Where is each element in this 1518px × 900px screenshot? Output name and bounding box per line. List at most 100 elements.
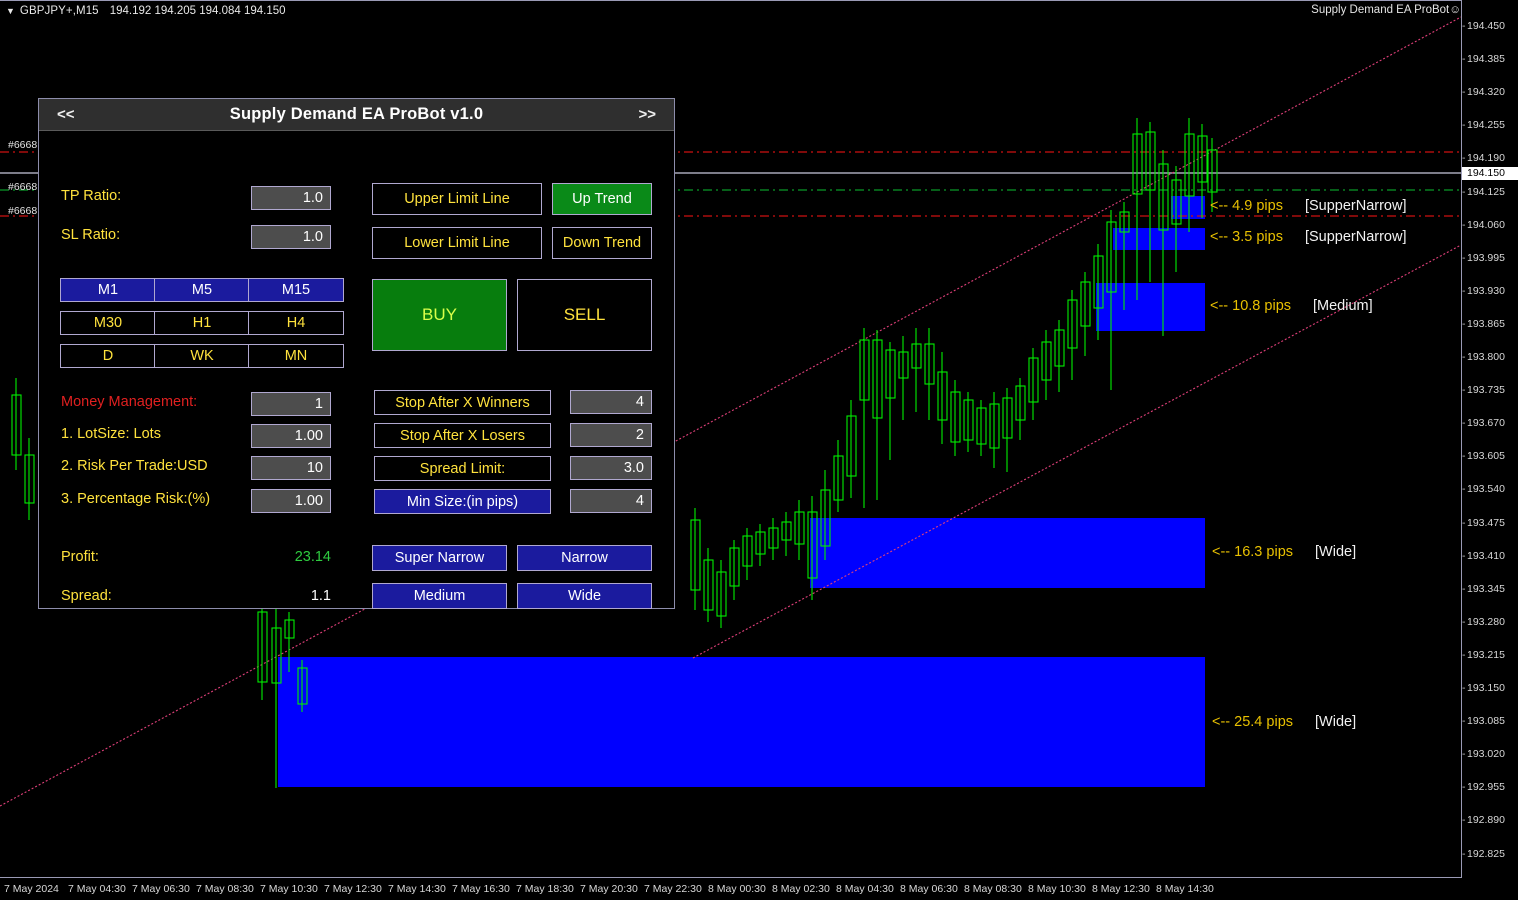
timeframe-button-d[interactable]: D [60, 344, 156, 368]
zone-kind: [SupperNarrow] [1304, 198, 1407, 214]
price-tick-label: 194.060 [1467, 218, 1505, 231]
money-management-input[interactable]: 1 [251, 392, 331, 416]
sl-ratio-input[interactable]: 1.0 [251, 225, 331, 249]
order-label: #6668 [8, 181, 38, 193]
ea-watermark-text: Supply Demand EA ProBot [1311, 4, 1450, 16]
zone-pips: <-- 16.3 pips [1212, 544, 1294, 560]
time-tick-label: 8 May 14:30 [1156, 883, 1214, 895]
price-tick: -192.825 [1462, 848, 1518, 861]
chart-top-border [0, 0, 1518, 1]
tp-ratio-label: TP Ratio: [61, 188, 122, 204]
price-tick: -193.735 [1462, 384, 1518, 397]
spread-limit-input[interactable]: 3.0 [570, 456, 652, 480]
lower-limit-line-button[interactable]: Lower Limit Line [372, 227, 542, 259]
time-tick-label: 8 May 12:30 [1092, 883, 1150, 895]
timeframe-button-h1[interactable]: H1 [154, 311, 250, 335]
spread-limit-button[interactable]: Spread Limit: [374, 456, 551, 481]
sell-button[interactable]: SELL [517, 279, 652, 351]
down-trend-button[interactable]: Down Trend [552, 227, 652, 259]
time-tick-label: 8 May 02:30 [772, 883, 830, 895]
panel-next-button[interactable]: >> [630, 107, 664, 122]
panel-titlebar: << Supply Demand EA ProBot v1.0 >> [39, 99, 674, 131]
price-tick-label: 193.540 [1467, 483, 1505, 496]
time-tick-label: 7 May 2024 [4, 883, 59, 895]
lotsize-input[interactable]: 1.00 [251, 424, 331, 448]
time-tick-label: 8 May 08:30 [964, 883, 1022, 895]
timeframe-button-m15[interactable]: M15 [248, 278, 344, 302]
price-tick-label: 193.410 [1467, 549, 1505, 562]
panel-title: Supply Demand EA ProBot v1.0 [229, 105, 484, 123]
zone-filter-wide[interactable]: Wide [517, 583, 652, 609]
price-tick: -194.060 [1462, 219, 1518, 232]
time-tick-label: 7 May 12:30 [324, 883, 382, 895]
time-axis[interactable]: 7 May 2024 7 May 04:30 7 May 06:30 7 May 08… [0, 879, 1518, 900]
zone-kind: [Wide] [1315, 544, 1357, 560]
zone-filter-medium[interactable]: Medium [372, 583, 507, 609]
risk-per-trade-input[interactable]: 10 [251, 456, 331, 480]
price-tick-label: 192.955 [1467, 781, 1505, 794]
price-tick-label: 193.020 [1467, 748, 1505, 761]
price-tick-label: 193.735 [1467, 384, 1505, 397]
zone-annotation: <-- 16.3 pips [Wide] [1212, 544, 1356, 560]
price-tick-label: 194.125 [1467, 185, 1505, 198]
timeframe-button-m30[interactable]: M30 [60, 311, 156, 335]
zone-annotation: <-- 10.8 pips [Medium] [1210, 298, 1373, 314]
profit-label: Profit: [61, 549, 99, 565]
time-tick-label: 7 May 10:30 [260, 883, 318, 895]
stop-after-losers-input[interactable]: 2 [570, 423, 652, 447]
mt4-chart-window: #6668 #6668 #6668 <-- 4.9 pips [SupperNar… [0, 0, 1518, 900]
stop-after-winners-input[interactable]: 4 [570, 390, 652, 414]
zone-pips: <-- 10.8 pips [1210, 298, 1292, 314]
upper-limit-line-button[interactable]: Upper Limit Line [372, 183, 542, 215]
time-tick-label: 7 May 08:30 [196, 883, 254, 895]
stop-after-winners-button[interactable]: Stop After X Winners [374, 390, 551, 415]
ea-control-panel[interactable]: << Supply Demand EA ProBot v1.0 >> TP Ra… [38, 98, 675, 609]
timeframe-button-m5[interactable]: M5 [154, 278, 250, 302]
price-tick: -192.890 [1462, 814, 1518, 827]
price-tick: -193.020 [1462, 748, 1518, 761]
zone-kind: [Medium] [1313, 298, 1373, 314]
price-tick: -193.345 [1462, 583, 1518, 596]
timeframe-button-mn[interactable]: MN [248, 344, 344, 368]
min-size-input[interactable]: 4 [570, 489, 652, 513]
smiley-icon: ☺ [1449, 4, 1461, 16]
up-trend-button[interactable]: Up Trend [552, 183, 652, 215]
price-tick: -194.385 [1462, 53, 1518, 66]
price-axis[interactable]: -194.450 -194.385 -194.320 -194.255 -194.190… [1462, 0, 1518, 878]
zone-filter-narrow[interactable]: Narrow [517, 545, 652, 571]
current-price-label: 194.150 [1462, 167, 1518, 180]
zone-annotation: <-- 3.5 pips [SupperNarrow] [1210, 229, 1407, 245]
price-tick: -193.280 [1462, 616, 1518, 629]
percentage-risk-label: 3. Percentage Risk:(%) [61, 491, 211, 507]
price-tick: -193.865 [1462, 318, 1518, 331]
timeframe-button-wk[interactable]: WK [154, 344, 250, 368]
stop-after-losers-button[interactable]: Stop After X Losers [374, 423, 551, 448]
zone-pips: <-- 4.9 pips [1210, 198, 1283, 214]
zone-annotation: <-- 4.9 pips [SupperNarrow] [1210, 198, 1407, 214]
percentage-risk-input[interactable]: 1.00 [251, 489, 331, 513]
price-tick-label: 194.450 [1467, 20, 1505, 32]
price-tick-label: 193.150 [1467, 682, 1505, 694]
price-tick: -192.955 [1462, 781, 1518, 794]
lotsize-label: 1. LotSize: Lots [61, 426, 161, 442]
price-tick-label: 193.280 [1467, 615, 1505, 628]
chevron-down-icon[interactable]: ▼ [6, 6, 15, 16]
zone-filter-super-narrow[interactable]: Super Narrow [372, 545, 507, 571]
time-tick-label: 7 May 04:30 [68, 883, 126, 895]
price-tick: -193.800 [1462, 351, 1518, 364]
price-tick: -194.190 [1462, 152, 1518, 165]
tp-ratio-input[interactable]: 1.0 [251, 186, 331, 210]
spread-label: Spread: [61, 588, 112, 604]
risk-per-trade-label: 2. Risk Per Trade:USD [61, 458, 208, 474]
price-tick: -193.670 [1462, 417, 1518, 430]
price-tick: -193.995 [1462, 252, 1518, 265]
time-tick-label: 8 May 06:30 [900, 883, 958, 895]
price-tick-label: 193.995 [1467, 251, 1505, 264]
min-size-button[interactable]: Min Size:(in pips) [374, 489, 551, 514]
buy-button[interactable]: BUY [372, 279, 507, 351]
timeframe-button-m1[interactable]: M1 [60, 278, 156, 302]
panel-prev-button[interactable]: << [49, 107, 83, 122]
price-tick-label: 193.865 [1467, 317, 1505, 330]
price-tick: -193.475 [1462, 517, 1518, 530]
timeframe-button-h4[interactable]: H4 [248, 311, 344, 335]
